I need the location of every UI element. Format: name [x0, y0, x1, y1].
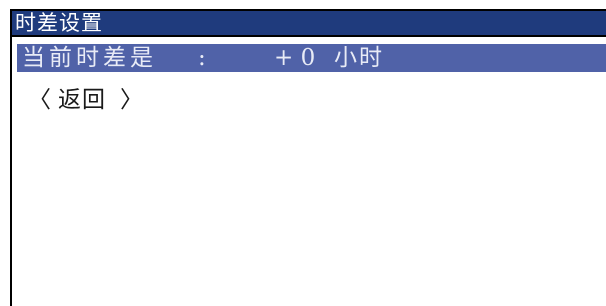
- colon-separator: :: [198, 45, 206, 71]
- back-label: 返回: [58, 87, 106, 113]
- menu-item-time-offset[interactable]: 当前时差是 : + 0 小时: [17, 44, 606, 72]
- time-offset-unit: 小时: [334, 45, 384, 71]
- time-offset-label: 当前时差是: [22, 45, 157, 71]
- back-open-bracket: 〈: [28, 87, 51, 113]
- dialog-frame: 时差设置 当前时差是 : + 0 小时 〈 返回 〉: [10, 9, 606, 306]
- back-close-bracket: 〉: [120, 87, 143, 113]
- time-offset-value: + 0: [274, 45, 316, 71]
- menu-item-back[interactable]: 〈 返回 〉: [17, 86, 606, 114]
- menu-list: 当前时差是 : + 0 小时 〈 返回 〉: [12, 11, 606, 297]
